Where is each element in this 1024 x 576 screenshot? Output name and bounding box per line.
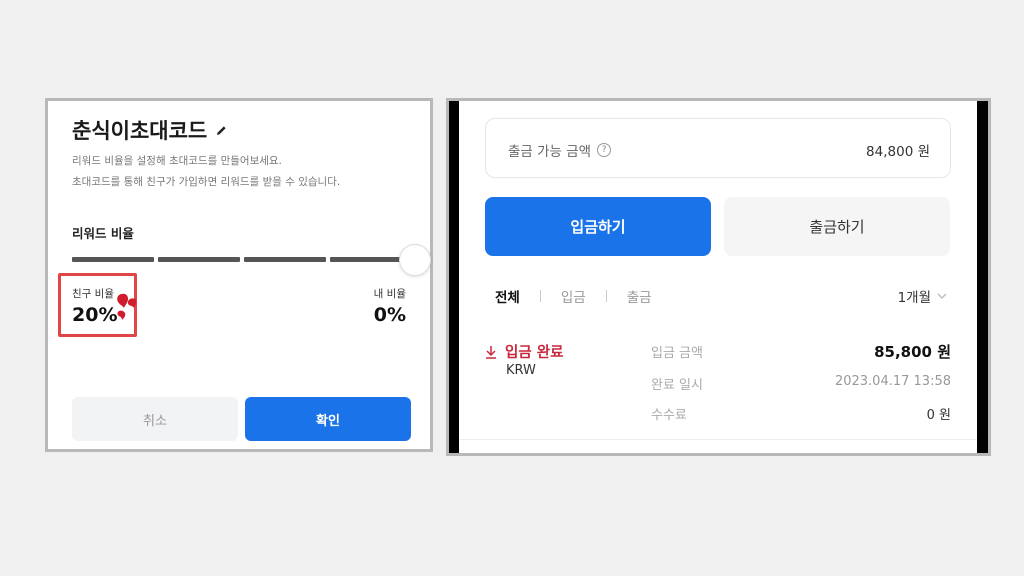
reward-ratio-label: 리워드 비율: [72, 226, 134, 241]
help-icon[interactable]: ?: [597, 143, 612, 157]
withdrawable-label-row: 출금 가능 금액 ?: [508, 140, 612, 160]
tab-divider: [605, 290, 607, 302]
transaction-tabs: 전체 입금 출금: [495, 286, 652, 306]
deposit-button[interactable]: 입금하기: [485, 197, 711, 256]
transaction-currency: KRW: [506, 363, 536, 378]
detail-value: 2023.04.17 13:58: [834, 374, 951, 389]
tab-divider: [539, 290, 541, 302]
chevron-down-icon: [937, 293, 947, 299]
slider-segment: [158, 257, 240, 262]
heart-sticker-icon: [114, 291, 140, 329]
slider-segment: [330, 257, 410, 262]
tab-withdraw[interactable]: 출금: [627, 286, 652, 306]
tab-deposit[interactable]: 입금: [561, 286, 586, 306]
title-row: 춘식이초대코드: [72, 115, 228, 145]
slider-thumb[interactable]: [399, 244, 431, 276]
friend-ratio-label: 친구 비율: [72, 288, 114, 300]
pencil-icon[interactable]: [215, 124, 228, 137]
wallet-panel: 출금 가능 금액 ? 84,800 원 입금하기 출금하기 전체 입금 출금 1…: [446, 98, 991, 456]
description-line-2: 초대코드를 통해 친구가 가입하면 리워드를 받을 수 있습니다.: [72, 176, 341, 188]
detail-label: 완료 일시: [651, 378, 703, 393]
description-line-1: 리워드 비율을 설정해 초대코드를 만들어보세요.: [72, 155, 282, 167]
confirm-button[interactable]: 확인: [245, 397, 411, 441]
my-ratio-label: 내 비율: [373, 288, 406, 300]
detail-value: 85,800 원: [874, 343, 951, 361]
slider-segment: [244, 257, 326, 262]
detail-label: 입금 금액: [651, 346, 703, 361]
reward-ratio-slider[interactable]: [72, 244, 431, 276]
my-ratio-value: 0%: [373, 304, 406, 326]
transaction-status-row: 입금 완료: [485, 341, 563, 362]
period-value: 1개월: [897, 290, 931, 306]
tab-all[interactable]: 전체: [495, 286, 520, 306]
invite-code-panel: 춘식이초대코드 리워드 비율을 설정해 초대코드를 만들어보세요. 초대코드를 …: [45, 98, 433, 452]
detail-label: 수수료: [651, 408, 687, 423]
wallet-content: 출금 가능 금액 ? 84,800 원 입금하기 출금하기 전체 입금 출금 1…: [459, 101, 977, 453]
slider-segment: [72, 257, 154, 262]
page-title: 춘식이초대코드: [72, 119, 208, 143]
arrow-down-icon: [485, 345, 497, 359]
withdraw-button[interactable]: 출금하기: [724, 197, 950, 256]
withdrawable-amount-card: 출금 가능 금액 ? 84,800 원: [485, 118, 951, 178]
cancel-button[interactable]: 취소: [72, 397, 238, 441]
friend-ratio-value: 20%: [72, 304, 118, 326]
period-dropdown[interactable]: 1개월: [898, 286, 947, 306]
detail-value: 0 원: [926, 408, 951, 423]
withdrawable-label: 출금 가능 금액: [508, 144, 592, 160]
divider: [459, 439, 977, 440]
withdrawable-value: 84,800 원: [866, 144, 930, 160]
transaction-status: 입금 완료: [505, 345, 564, 361]
